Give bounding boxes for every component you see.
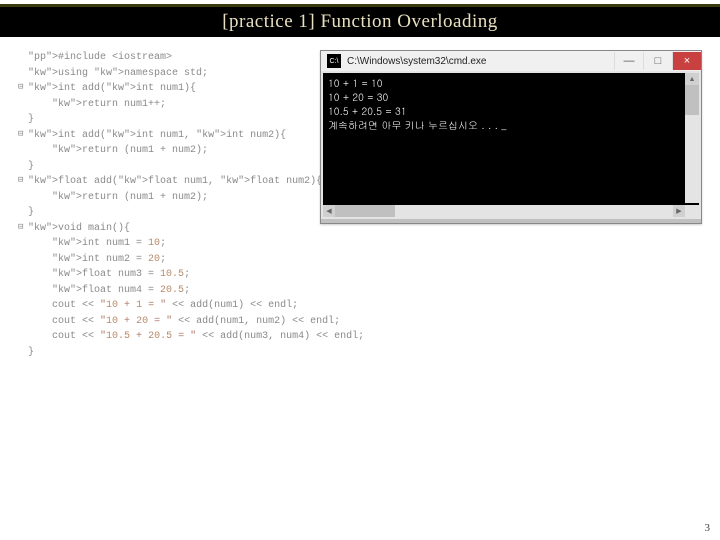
close-button[interactable]: ×: [672, 52, 701, 70]
code-line: cout << "10 + 20 = " << add(num1, num2) …: [18, 314, 448, 330]
code-line: "kw">int num2 = 20;: [18, 252, 448, 268]
minimize-button[interactable]: —: [614, 52, 643, 70]
cmd-body-wrap: 10 + 1 = 1010 + 20 = 3010.5 + 20.5 = 31계…: [321, 71, 701, 219]
cmd-output-line: 계속하려면 아무 키나 누르십시오 . . . _: [328, 118, 694, 132]
horizontal-scrollbar[interactable]: ◀ ▶: [323, 205, 685, 217]
scroll-left-icon[interactable]: ◀: [323, 205, 335, 217]
cmd-output: 10 + 1 = 1010 + 20 = 3010.5 + 20.5 = 31계…: [323, 73, 699, 205]
maximize-button[interactable]: □: [643, 52, 672, 70]
cmd-output-line: 10 + 20 = 30: [328, 90, 694, 104]
vertical-scrollbar[interactable]: ▲: [685, 73, 699, 203]
fold-gutter-icon: ⊟: [18, 221, 23, 235]
cmd-window: C:\ C:\Windows\system32\cmd.exe — □ × 10…: [320, 50, 702, 224]
cmd-output-line: 10 + 1 = 10: [328, 76, 694, 90]
scroll-up-icon[interactable]: ▲: [685, 73, 699, 85]
code-line: "kw">int num1 = 10;: [18, 236, 448, 252]
window-controls: — □ ×: [614, 52, 701, 70]
page-number: 3: [705, 522, 711, 534]
code-line: "kw">float num3 = 10.5;: [18, 267, 448, 283]
cmd-output-line: 10.5 + 20.5 = 31: [328, 104, 694, 118]
code-line: cout << "10 + 1 = " << add(num1) << endl…: [18, 298, 448, 314]
fold-gutter-icon: ⊟: [18, 174, 23, 188]
title-bar: [practice 1] Function Overloading: [0, 4, 720, 37]
fold-gutter-icon: ⊟: [18, 81, 23, 95]
cmd-titlebar: C:\ C:\Windows\system32\cmd.exe — □ ×: [321, 51, 701, 71]
code-line: }: [18, 345, 448, 361]
scroll-thumb[interactable]: [685, 85, 699, 115]
cmd-title-text: C:\Windows\system32\cmd.exe: [347, 56, 614, 67]
cmd-icon: C:\: [327, 54, 341, 68]
code-line: cout << "10.5 + 20.5 = " << add(num3, nu…: [18, 329, 448, 345]
code-line: "kw">float num4 = 20.5;: [18, 283, 448, 299]
scroll-right-icon[interactable]: ▶: [673, 205, 685, 217]
scroll-thumb-h[interactable]: [335, 205, 395, 217]
page-title: [practice 1] Function Overloading: [222, 11, 498, 33]
fold-gutter-icon: ⊟: [18, 128, 23, 142]
